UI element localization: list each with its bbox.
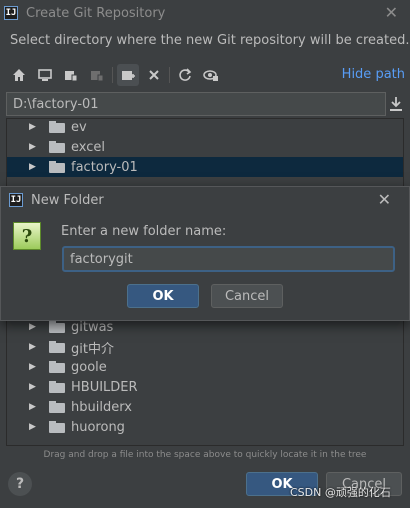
close-icon[interactable]: ✕ xyxy=(378,190,391,209)
refresh-icon[interactable] xyxy=(174,64,196,86)
intellij-app-icon: IJ xyxy=(4,6,18,20)
tree-row-label: goole xyxy=(71,359,107,375)
download-icon[interactable] xyxy=(388,95,404,113)
drag-drop-hint: Drag and drop a file into the space abov… xyxy=(43,450,367,460)
tree-row[interactable]: ▶ goole xyxy=(7,357,403,377)
title-bar: IJ Create Git Repository ✕ xyxy=(0,0,410,26)
folder-icon xyxy=(49,141,65,153)
tree-row-label: huorong xyxy=(71,419,125,435)
tree-row-label: HBUILDER xyxy=(71,379,138,395)
tree-row-label: excel xyxy=(71,139,105,155)
intellij-app-icon: IJ xyxy=(9,193,23,207)
modal-cancel-button[interactable]: Cancel xyxy=(211,284,283,308)
folder-icon xyxy=(49,341,65,353)
project-folder-icon[interactable] xyxy=(60,64,82,86)
tree-row-label: factory-01 xyxy=(71,159,138,175)
folder-icon xyxy=(49,321,65,333)
folder-name-prompt: Enter a new folder name: xyxy=(61,224,227,239)
folder-icon xyxy=(49,381,65,393)
modal-ok-button[interactable]: OK xyxy=(127,284,199,308)
show-hidden-icon[interactable] xyxy=(200,64,222,86)
expand-arrow-icon[interactable]: ▶ xyxy=(29,322,37,332)
tree-row[interactable]: ▶ excel xyxy=(7,137,403,157)
folder-icon xyxy=(49,161,65,173)
desktop-icon[interactable] xyxy=(34,64,56,86)
tree-row[interactable]: ▶ hbuilderx xyxy=(7,397,403,417)
modal-title: New Folder xyxy=(31,192,104,208)
folder-icon xyxy=(49,361,65,373)
hide-path-link[interactable]: Hide path xyxy=(342,67,405,82)
folder-icon xyxy=(49,401,65,413)
tree-row[interactable]: ▶ HBUILDER xyxy=(7,377,403,397)
path-input[interactable] xyxy=(6,92,386,116)
tree-row-label: gitwas xyxy=(71,319,114,335)
close-icon[interactable]: ✕ xyxy=(385,3,398,22)
question-icon: ? xyxy=(13,222,41,250)
module-folder-icon[interactable] xyxy=(86,64,108,86)
delete-icon[interactable] xyxy=(143,64,165,86)
toolbar-separator xyxy=(169,67,170,83)
help-button[interactable]: ? xyxy=(8,472,32,496)
folder-icon xyxy=(49,421,65,433)
tree-row[interactable]: ▶ git中介 xyxy=(7,337,403,357)
modal-title-bar: IJ New Folder ✕ xyxy=(1,187,409,213)
new-folder-icon[interactable] xyxy=(117,64,139,86)
expand-arrow-icon[interactable]: ▶ xyxy=(29,422,37,432)
tree-row-label: hbuilderx xyxy=(71,399,132,415)
tree-row[interactable]: ▶ ev xyxy=(7,119,403,137)
file-chooser-toolbar xyxy=(8,64,226,86)
tree-row[interactable]: ▶ factory-01 xyxy=(7,157,403,177)
expand-arrow-icon[interactable]: ▶ xyxy=(29,162,37,172)
tree-row[interactable]: ▶ huorong xyxy=(7,417,403,437)
home-icon[interactable] xyxy=(8,64,30,86)
folder-name-input[interactable] xyxy=(62,246,395,272)
expand-arrow-icon[interactable]: ▶ xyxy=(29,362,37,372)
folder-icon xyxy=(49,121,65,133)
expand-arrow-icon[interactable]: ▶ xyxy=(29,142,37,152)
toolbar-separator xyxy=(112,67,113,83)
window-title: Create Git Repository xyxy=(26,5,166,21)
expand-arrow-icon[interactable]: ▶ xyxy=(29,342,37,352)
expand-arrow-icon[interactable]: ▶ xyxy=(29,382,37,392)
tree-row-label: git中介 xyxy=(71,341,114,357)
new-folder-dialog: IJ New Folder ✕ ? Enter a new folder nam… xyxy=(0,186,410,321)
csdn-watermark: CSDN @顽强的化石 xyxy=(290,486,391,499)
expand-arrow-icon[interactable]: ▶ xyxy=(29,122,37,132)
expand-arrow-icon[interactable]: ▶ xyxy=(29,402,37,412)
tree-row-label: ev xyxy=(71,119,87,135)
dialog-description: Select directory where the new Git repos… xyxy=(10,33,410,48)
